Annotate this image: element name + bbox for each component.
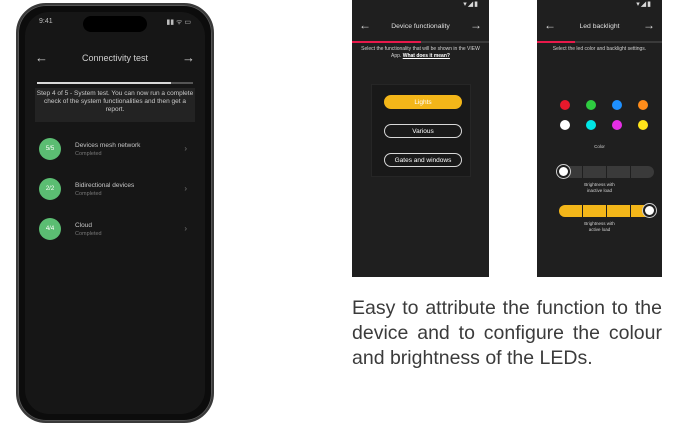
test-status-badge: 2/2 bbox=[39, 178, 61, 200]
screen-progress-fill bbox=[352, 41, 421, 43]
forward-arrow-icon[interactable]: → bbox=[643, 18, 655, 32]
forward-arrow-icon[interactable]: → bbox=[182, 50, 195, 65]
color-swatch[interactable] bbox=[586, 120, 596, 130]
option-gates-and-windows[interactable]: Gates and windows bbox=[384, 153, 462, 167]
test-row-cloud[interactable]: 4/4 Cloud Completed › bbox=[25, 212, 205, 246]
back-arrow-icon[interactable]: ← bbox=[544, 18, 556, 32]
slider-segment bbox=[631, 166, 654, 178]
screen-progress-bar bbox=[537, 41, 662, 43]
screen-title: Led backlight bbox=[579, 22, 620, 30]
phone-screen: 9:41 ▮▮ ᯤ ▭ ← Connectivity test → Step 4… bbox=[25, 12, 205, 414]
phone-status-bar: 9:41 ▮▮ ᯤ ▭ bbox=[39, 18, 191, 30]
color-swatch[interactable] bbox=[586, 100, 596, 110]
forward-arrow-icon[interactable]: → bbox=[470, 18, 482, 32]
inactive-brightness-label: Brightness with inactive load bbox=[584, 182, 615, 193]
test-row-label: Devices mesh network bbox=[75, 141, 141, 149]
test-status-badge: 4/4 bbox=[39, 218, 61, 240]
status-icons: ▾◢▮ bbox=[636, 1, 652, 8]
phone-status-time: 9:41 bbox=[39, 18, 53, 25]
back-arrow-icon[interactable]: ← bbox=[35, 50, 48, 65]
phone-info-text: Step 4 of 5 - System test. You can now r… bbox=[35, 88, 195, 122]
chevron-right-icon: › bbox=[184, 144, 187, 153]
color-label: Color bbox=[594, 144, 605, 149]
functionality-options: Lights Various Gates and windows bbox=[371, 84, 471, 177]
color-row bbox=[560, 120, 648, 130]
color-swatch[interactable] bbox=[612, 120, 622, 130]
what-does-it-mean-link[interactable]: What does it mean? bbox=[403, 53, 450, 59]
screen-description: Select the functionality that will be sh… bbox=[356, 46, 485, 59]
option-lights[interactable]: Lights bbox=[384, 95, 462, 109]
test-row-label: Bidirectional devices bbox=[75, 181, 135, 189]
phone-mockup: 9:41 ▮▮ ᯤ ▭ ← Connectivity test → Step 4… bbox=[16, 3, 214, 423]
device-functionality-screen: ▾◢▮ ← Device functionality → Select the … bbox=[352, 0, 489, 277]
inactive-brightness-slider[interactable] bbox=[559, 166, 654, 178]
test-row-mesh[interactable]: 5/5 Devices mesh network Completed › bbox=[25, 132, 205, 166]
test-row-status: Completed bbox=[75, 230, 102, 237]
phone-progress-bar bbox=[37, 82, 193, 84]
led-backlight-screen: ▾◢▮ ← Led backlight → Select the led col… bbox=[537, 0, 662, 277]
slider-segment bbox=[583, 166, 607, 178]
test-row-bidirectional[interactable]: 2/2 Bidirectional devices Completed › bbox=[25, 172, 205, 206]
color-swatch[interactable] bbox=[638, 100, 648, 110]
slider-segment bbox=[559, 205, 583, 217]
chevron-right-icon: › bbox=[184, 184, 187, 193]
option-various[interactable]: Various bbox=[384, 124, 462, 138]
slider-segment bbox=[607, 205, 631, 217]
screen-header: ← Led backlight → bbox=[537, 14, 662, 38]
screen-description: Select the led color and backlight setti… bbox=[552, 46, 647, 52]
test-row-status: Completed bbox=[75, 150, 102, 157]
color-swatch[interactable] bbox=[560, 100, 570, 110]
color-swatch[interactable] bbox=[638, 120, 648, 130]
phone-progress-fill bbox=[37, 82, 172, 84]
phone-status-icons: ▮▮ ᯤ ▭ bbox=[166, 19, 191, 26]
active-brightness-thumb[interactable] bbox=[643, 204, 656, 217]
status-icons: ▾◢▮ bbox=[463, 1, 479, 8]
active-brightness-label: Brightness with active load bbox=[584, 221, 615, 232]
color-swatch[interactable] bbox=[612, 100, 622, 110]
screen-progress-fill bbox=[537, 41, 575, 43]
test-list: 5/5 Devices mesh network Completed › 2/2… bbox=[25, 132, 205, 252]
slider-segment bbox=[607, 166, 631, 178]
screen-header: ← Device functionality → bbox=[352, 14, 489, 38]
back-arrow-icon[interactable]: ← bbox=[359, 18, 371, 32]
phone-header: ← Connectivity test → bbox=[25, 38, 205, 78]
screen-title: Device functionality bbox=[391, 22, 450, 30]
screen-progress-bar bbox=[352, 41, 489, 43]
test-status-badge: 5/5 bbox=[39, 138, 61, 160]
color-row bbox=[560, 100, 648, 110]
test-row-label: Cloud bbox=[75, 221, 92, 229]
feature-caption: Easy to attribute the function to the de… bbox=[352, 297, 662, 369]
color-picker bbox=[560, 100, 648, 140]
test-row-status: Completed bbox=[75, 190, 102, 197]
inactive-brightness-thumb[interactable] bbox=[557, 165, 570, 178]
phone-title: Connectivity test bbox=[81, 53, 149, 63]
color-swatch[interactable] bbox=[560, 120, 570, 130]
chevron-right-icon: › bbox=[184, 224, 187, 233]
active-brightness-slider[interactable] bbox=[559, 205, 654, 217]
slider-segment bbox=[583, 205, 607, 217]
